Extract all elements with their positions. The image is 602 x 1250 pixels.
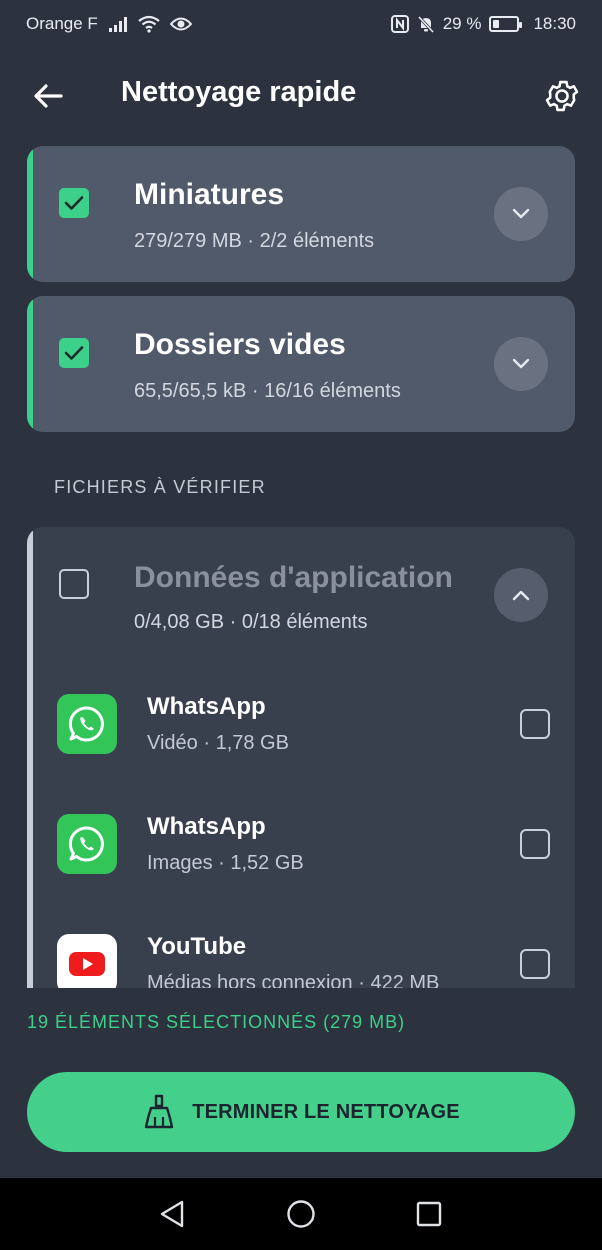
collapse-button[interactable] xyxy=(494,568,548,622)
chevron-down-icon xyxy=(512,208,530,219)
circle-home-icon xyxy=(287,1200,315,1228)
finish-cleaning-button[interactable]: TERMINER LE NETTOYAGE xyxy=(27,1072,575,1152)
app-detail: Médias hors connexion · 422 MB xyxy=(147,972,440,988)
bell-off-icon xyxy=(417,15,435,33)
page-title: Nettoyage rapide xyxy=(121,76,357,108)
app-header: Nettoyage rapide xyxy=(0,60,602,132)
list-item[interactable]: YouTube Médias hors connexion · 422 MB xyxy=(27,913,575,988)
dossiers-vides-checkbox[interactable] xyxy=(59,338,89,368)
nav-home-button[interactable] xyxy=(283,1196,319,1232)
nfc-icon xyxy=(390,15,409,33)
app-name: WhatsApp xyxy=(147,693,266,720)
list-item[interactable]: WhatsApp Images · 1,52 GB xyxy=(27,793,575,893)
item-checkbox[interactable] xyxy=(520,949,550,979)
triangle-back-icon xyxy=(160,1200,184,1228)
arrow-left-icon xyxy=(34,84,63,108)
card-accent xyxy=(27,296,33,432)
whatsapp-icon xyxy=(57,694,117,754)
system-nav-bar xyxy=(0,1178,602,1250)
category-card-miniatures[interactable]: Miniatures 279/279 MB · 2/2 éléments xyxy=(27,146,575,282)
card-subtitle: 279/279 MB · 2/2 éléments xyxy=(134,230,375,252)
square-recents-icon xyxy=(416,1201,442,1227)
youtube-icon xyxy=(57,934,117,988)
battery-icon xyxy=(489,16,523,32)
card-title: Miniatures xyxy=(134,178,285,211)
settings-button[interactable] xyxy=(540,74,584,118)
app-detail: Vidéo · 1,78 GB xyxy=(147,732,289,754)
carrier-label: Orange F xyxy=(26,14,98,33)
eye-icon xyxy=(169,16,192,32)
card-subtitle: 0/4,08 GB · 0/18 éléments xyxy=(134,611,368,633)
signal-icon xyxy=(108,16,128,32)
app-data-checkbox[interactable] xyxy=(59,569,89,599)
gear-icon xyxy=(545,80,579,112)
app-name: WhatsApp xyxy=(147,813,266,840)
category-card-dossiers-vides[interactable]: Dossiers vides 65,5/65,5 kB · 16/16 élém… xyxy=(27,296,575,432)
whatsapp-icon xyxy=(57,814,117,874)
item-checkbox[interactable] xyxy=(520,709,550,739)
chevron-up-icon xyxy=(512,590,530,601)
card-title: Données d'application xyxy=(134,561,453,594)
category-card-app-data[interactable]: Données d'application 0/4,08 GB · 0/18 é… xyxy=(27,527,575,988)
broom-icon xyxy=(145,1094,174,1129)
list-item[interactable]: WhatsApp Vidéo · 1,78 GB xyxy=(27,673,575,773)
selection-summary: 19 ÉLÉMENTS SÉLECTIONNÉS (279 MB) xyxy=(27,1012,406,1032)
card-title: Dossiers vides xyxy=(134,328,346,361)
chevron-down-icon xyxy=(512,358,530,369)
expand-button[interactable] xyxy=(494,187,548,241)
back-button[interactable] xyxy=(28,78,68,114)
section-heading: FICHIERS À VÉRIFIER xyxy=(54,477,266,497)
status-bar: Orange F 29 % 18:30 xyxy=(0,0,602,48)
finish-button-label: TERMINER LE NETTOYAGE xyxy=(192,1100,460,1123)
check-icon xyxy=(64,196,84,210)
miniatures-checkbox[interactable] xyxy=(59,188,89,218)
app-detail: Images · 1,52 GB xyxy=(147,852,304,874)
card-accent xyxy=(27,146,33,282)
app-name: YouTube xyxy=(147,933,247,960)
wifi-icon xyxy=(138,15,160,33)
check-icon xyxy=(64,346,84,360)
battery-percent: 29 % xyxy=(442,14,482,33)
expand-button[interactable] xyxy=(494,337,548,391)
clock: 18:30 xyxy=(533,14,576,33)
item-checkbox[interactable] xyxy=(520,829,550,859)
nav-recents-button[interactable] xyxy=(411,1196,447,1232)
card-subtitle: 65,5/65,5 kB · 16/16 éléments xyxy=(134,380,401,402)
nav-back-button[interactable] xyxy=(154,1196,190,1232)
